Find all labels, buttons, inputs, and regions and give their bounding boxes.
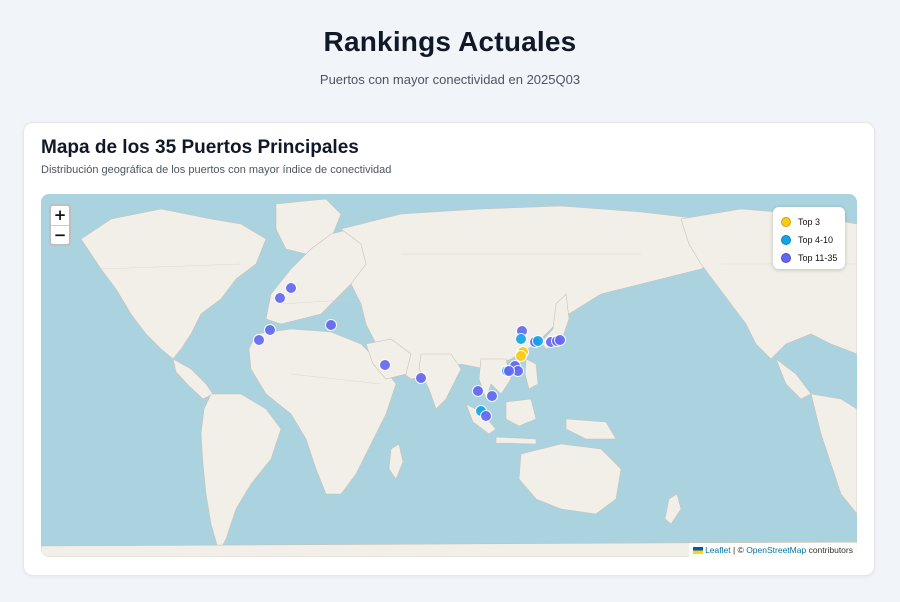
zoom-out-button[interactable]: − bbox=[51, 226, 69, 245]
south-america-landmass bbox=[200, 393, 282, 553]
europe-landmass bbox=[265, 228, 372, 325]
legend-dot-top11-35 bbox=[781, 253, 791, 263]
new-guinea-landmass bbox=[565, 418, 617, 440]
port-marker[interactable] bbox=[503, 365, 515, 377]
port-marker[interactable] bbox=[285, 282, 297, 294]
port-marker[interactable] bbox=[379, 359, 391, 371]
port-marker[interactable] bbox=[415, 372, 427, 384]
legend-item-top3: Top 3 bbox=[781, 213, 845, 231]
port-marker[interactable] bbox=[325, 319, 337, 331]
port-marker[interactable] bbox=[515, 333, 527, 345]
zoom-control: + − bbox=[49, 204, 71, 246]
java-landmass bbox=[495, 436, 537, 445]
attribution-suffix: contributors bbox=[808, 545, 853, 555]
openstreetmap-link[interactable]: OpenStreetMap bbox=[746, 545, 806, 555]
legend-item-top4-10: Top 4-10 bbox=[781, 231, 845, 249]
map-card: Mapa de los 35 Puertos Principales Distr… bbox=[23, 122, 875, 576]
map-tiles bbox=[41, 198, 857, 557]
port-marker[interactable] bbox=[472, 385, 484, 397]
world-map[interactable]: + − Top 3 Top 4-10 Top 11-35 Leaflet | ©… bbox=[41, 194, 857, 557]
port-marker[interactable] bbox=[480, 410, 492, 422]
port-marker[interactable] bbox=[515, 350, 527, 362]
map-card-title: Mapa de los 35 Puertos Principales bbox=[41, 137, 359, 158]
central-america-landmass bbox=[172, 358, 214, 400]
central-america-east-landmass bbox=[775, 358, 812, 400]
map-card-subtitle: Distribución geográfica de los puertos c… bbox=[41, 164, 392, 176]
legend-label: Top 4-10 bbox=[798, 235, 834, 245]
port-marker[interactable] bbox=[264, 324, 276, 336]
legend-item-top11-35: Top 11-35 bbox=[781, 249, 845, 267]
zoom-in-button[interactable]: + bbox=[51, 206, 69, 226]
port-marker[interactable] bbox=[486, 390, 498, 402]
port-marker[interactable] bbox=[554, 334, 566, 346]
map-legend: Top 3 Top 4-10 Top 11-35 bbox=[773, 207, 845, 269]
attribution-separator: | © bbox=[732, 545, 744, 555]
new-zealand-landmass bbox=[664, 493, 682, 525]
madagascar-landmass bbox=[388, 443, 404, 480]
map-attribution: Leaflet | © OpenStreetMap contributors bbox=[689, 543, 857, 557]
australia-landmass bbox=[518, 443, 622, 515]
legend-dot-top4-10 bbox=[781, 235, 791, 245]
ukraine-flag-icon bbox=[693, 547, 704, 555]
legend-dot-top3 bbox=[781, 217, 791, 227]
north-america-landmass bbox=[80, 208, 267, 360]
page-header: Rankings Actuales Puertos con mayor cone… bbox=[0, 0, 900, 87]
philippines-landmass bbox=[524, 358, 539, 390]
page-subtitle: Puertos con mayor conectividad en 2025Q0… bbox=[319, 72, 581, 87]
borneo-landmass bbox=[505, 398, 537, 427]
port-marker[interactable] bbox=[532, 335, 544, 347]
page-title: Rankings Actuales bbox=[323, 26, 577, 57]
legend-label: Top 3 bbox=[798, 217, 821, 227]
legend-label: Top 11-35 bbox=[798, 253, 838, 263]
port-marker[interactable] bbox=[253, 334, 265, 346]
port-marker[interactable] bbox=[274, 292, 286, 304]
leaflet-link[interactable]: Leaflet bbox=[705, 545, 731, 555]
south-america-east-landmass bbox=[810, 393, 857, 515]
